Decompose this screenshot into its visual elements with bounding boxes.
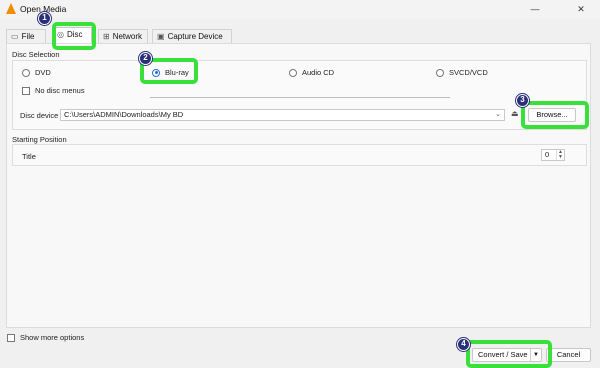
title-spinbox-value: 0 <box>545 150 550 159</box>
radio-svcd-vcd[interactable]: SVCD/VCD <box>436 68 488 77</box>
radio-audio-cd-indicator <box>289 68 297 77</box>
radio-audio-cd[interactable]: Audio CD <box>289 68 334 77</box>
step-badge-2: 2 <box>139 52 152 65</box>
radio-dvd-indicator <box>22 68 30 77</box>
title-spinbox[interactable]: 0 ▲ ▼ <box>541 149 565 161</box>
radio-blu-ray[interactable]: Blu-ray <box>152 68 189 77</box>
file-icon: ▭ <box>11 32 19 41</box>
title-label: Title <box>22 152 36 161</box>
disc-device-value: C:\Users\ADMIN\Downloads\My BD <box>64 110 184 119</box>
network-icon: ⊞ <box>103 32 110 41</box>
minimize-button[interactable]: — <box>520 0 550 18</box>
tab-capture-device[interactable]: ▣ Capture Device <box>152 29 232 44</box>
step-badge-3: 3 <box>516 94 529 107</box>
starting-position-group <box>12 144 587 166</box>
no-disc-menus-box <box>22 86 30 95</box>
title-bar: Open Media — ✕ <box>0 0 600 18</box>
radio-svcd-vcd-indicator <box>436 68 444 77</box>
show-more-options-checkbox[interactable]: Show more options <box>7 333 84 342</box>
show-more-options-box <box>7 333 15 342</box>
radio-dvd[interactable]: DVD <box>22 68 51 77</box>
disc-icon: ◎ <box>57 30 64 39</box>
convert-save-button[interactable]: Convert / Save ▼ <box>472 348 542 362</box>
step-badge-4: 4 <box>457 338 470 351</box>
eject-icon[interactable]: ⏏ <box>511 109 519 118</box>
vlc-cone-icon <box>6 3 16 14</box>
starting-position-title: Starting Position <box>12 135 67 144</box>
step-badge-1: 1 <box>38 12 51 25</box>
radio-blu-ray-indicator <box>152 68 160 77</box>
chevron-down-icon: ⌄ <box>495 111 501 118</box>
cancel-button[interactable]: Cancel <box>546 348 591 362</box>
capture-device-icon: ▣ <box>157 32 165 41</box>
separator-line <box>150 97 450 98</box>
close-button[interactable]: ✕ <box>566 0 596 18</box>
disc-selection-title: Disc Selection <box>12 50 60 59</box>
tab-file[interactable]: ▭ File <box>6 29 46 44</box>
spin-arrows-icon[interactable]: ▲ ▼ <box>556 150 564 160</box>
browse-button[interactable]: Browse... <box>528 108 576 122</box>
convert-save-dropdown-icon[interactable]: ▼ <box>530 349 541 361</box>
tab-disc[interactable]: ◎ Disc <box>52 27 92 44</box>
disc-device-combobox[interactable]: C:\Users\ADMIN\Downloads\My BD ⌄ <box>60 109 505 121</box>
tab-network[interactable]: ⊞ Network <box>98 29 148 44</box>
disc-device-label: Disc device <box>20 111 59 120</box>
no-disc-menus-checkbox[interactable]: No disc menus <box>22 86 85 95</box>
